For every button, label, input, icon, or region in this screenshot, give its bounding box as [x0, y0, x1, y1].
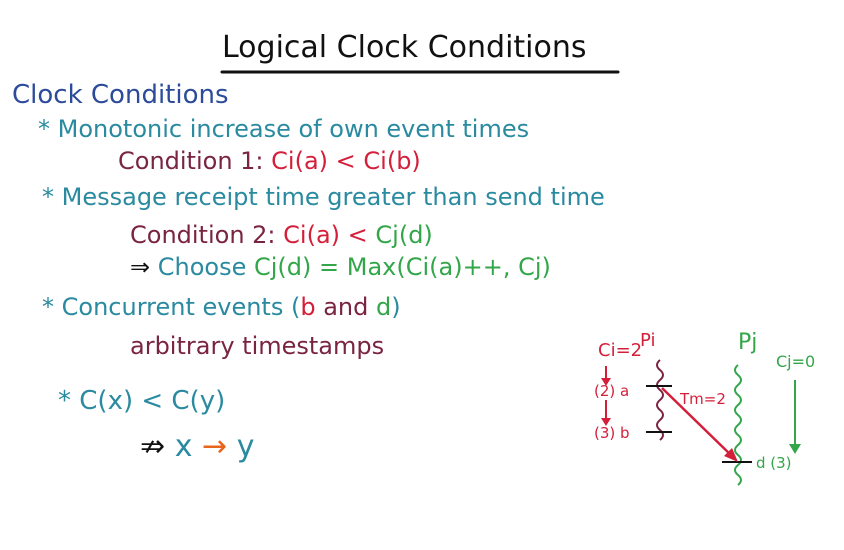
cj-label: Cj=0 [776, 352, 816, 371]
pi-label: Pi [640, 330, 656, 351]
tm-label: Tm=2 [680, 390, 726, 408]
process-diagram [601, 359, 801, 486]
event-b-label: (3) b [594, 424, 630, 442]
pi-timeline [656, 359, 664, 441]
cj-arrowhead-icon [789, 444, 801, 454]
event-a-label: (2) a [594, 382, 630, 400]
pj-label: Pj [738, 330, 758, 355]
event-d-label: d (3) [756, 454, 792, 472]
pj-timeline [734, 364, 742, 486]
ci-label: Ci=2 [598, 340, 643, 361]
